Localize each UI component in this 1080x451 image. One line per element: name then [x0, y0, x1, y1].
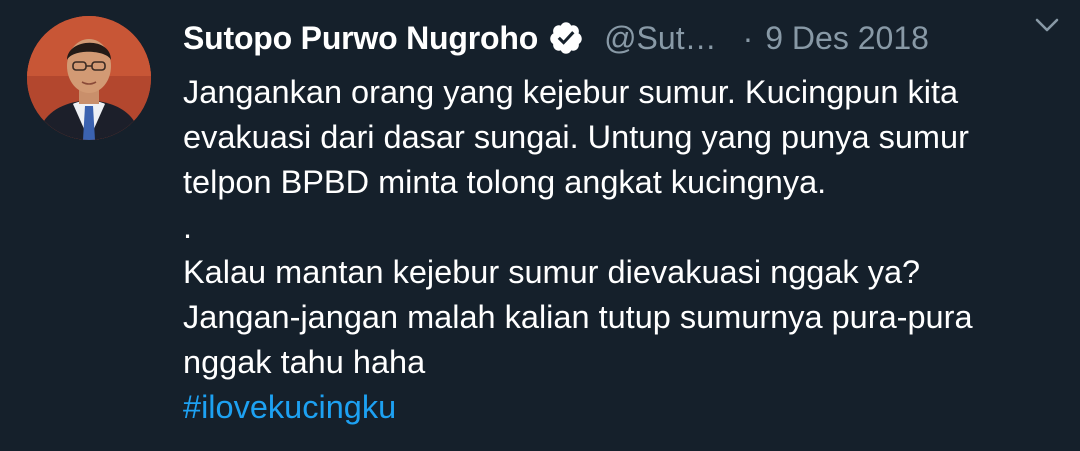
tweet-header: Sutopo Purwo Nugroho @Sut… · 9 Des 2018: [183, 14, 1063, 62]
tweet-text-line: Jangan-jangan malah kalian tutup sumurny…: [183, 299, 973, 335]
avatar[interactable]: [27, 16, 151, 140]
tweet-text-line: evakuasi dari dasar sungai. Untung yang …: [183, 119, 969, 155]
profile-photo-icon: [27, 16, 151, 140]
chevron-down-icon[interactable]: [1032, 10, 1062, 40]
tweet-text-line: .: [183, 209, 193, 245]
tweet-text-line: nggak tahu haha: [183, 344, 426, 380]
tweet-text-line: Jangankan orang yang kejebur sumur. Kuci…: [183, 74, 959, 110]
tweet-text: Jangankan orang yang kejebur sumur. Kuci…: [183, 70, 1063, 430]
hashtag-link[interactable]: #ilovekucingku: [183, 385, 1063, 430]
tweet-text-line: telpon BPBD minta tolong angkat kucingny…: [183, 164, 827, 200]
tweet-text-line: Kalau mantan kejebur sumur dievakuasi ng…: [183, 254, 921, 290]
author-handle[interactable]: @Sut…: [604, 20, 717, 57]
verified-badge-icon: [548, 20, 584, 56]
tweet-date[interactable]: 9 Des 2018: [765, 20, 929, 57]
separator-dot: ·: [742, 19, 754, 56]
tweet[interactable]: Sutopo Purwo Nugroho @Sut… · 9 Des 2018 …: [0, 0, 1080, 451]
author-name[interactable]: Sutopo Purwo Nugroho: [183, 20, 538, 57]
